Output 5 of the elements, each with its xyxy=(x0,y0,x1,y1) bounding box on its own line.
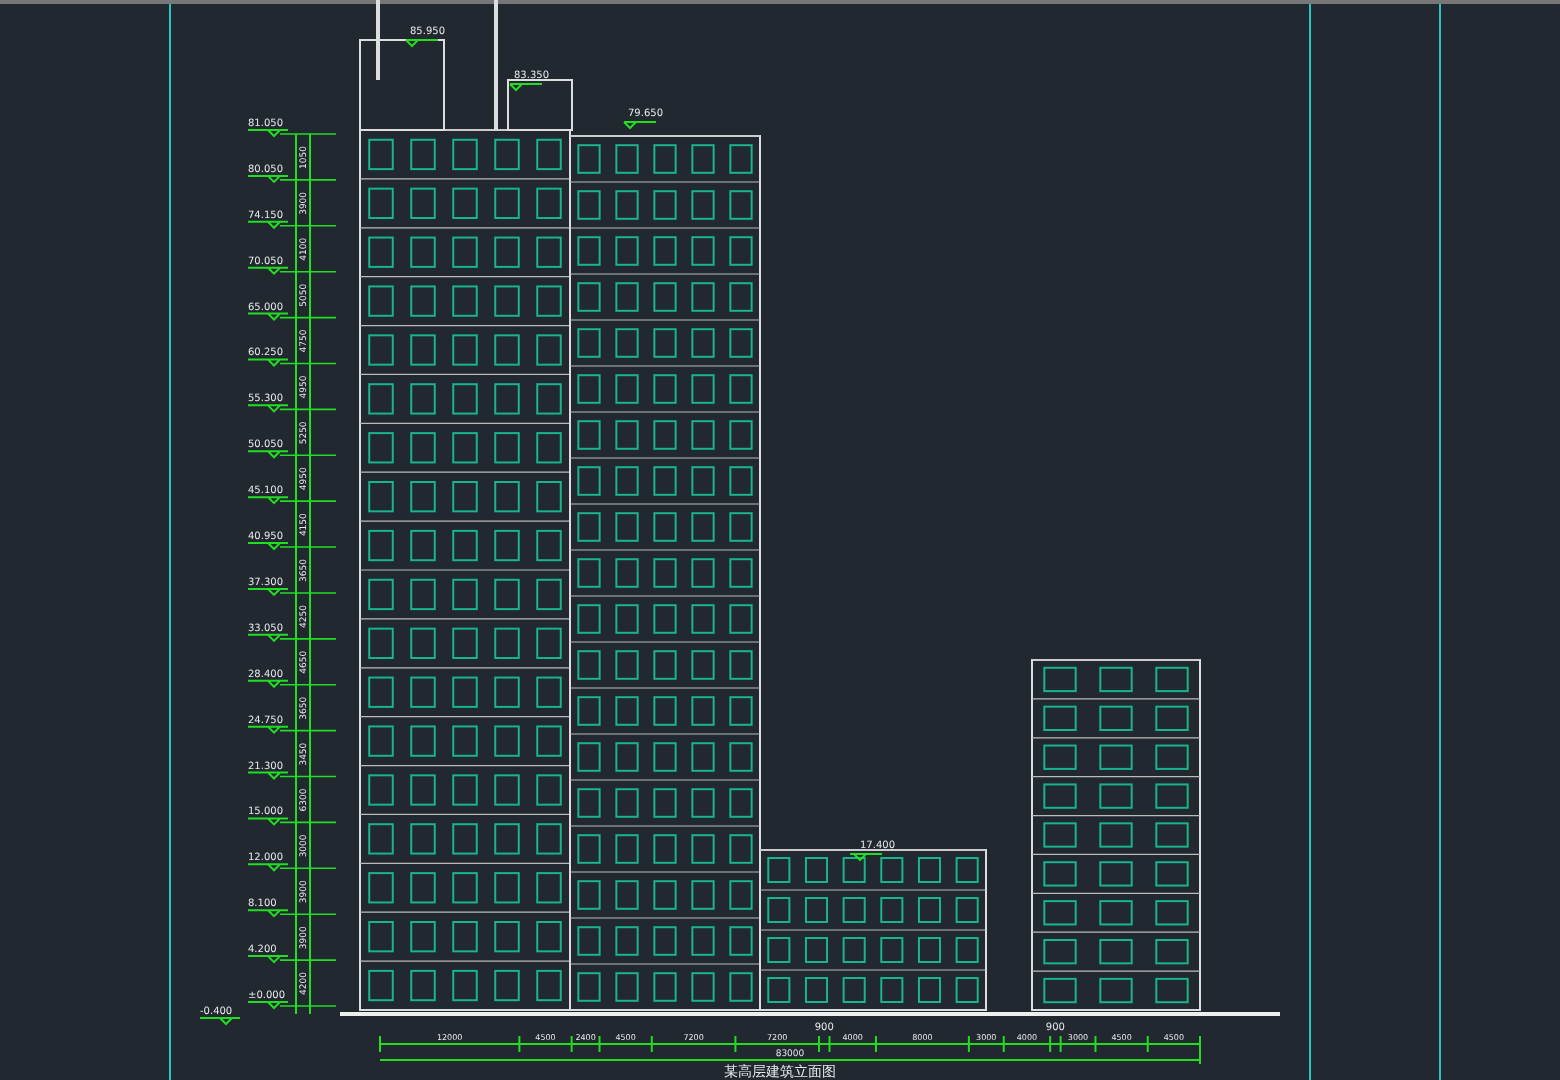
level-marker-icon xyxy=(199,1017,241,1026)
level-marker-icon xyxy=(509,83,543,92)
level-marker-icon xyxy=(405,39,439,48)
level-marker-icon xyxy=(849,853,883,862)
level-marker-icon xyxy=(623,121,657,130)
